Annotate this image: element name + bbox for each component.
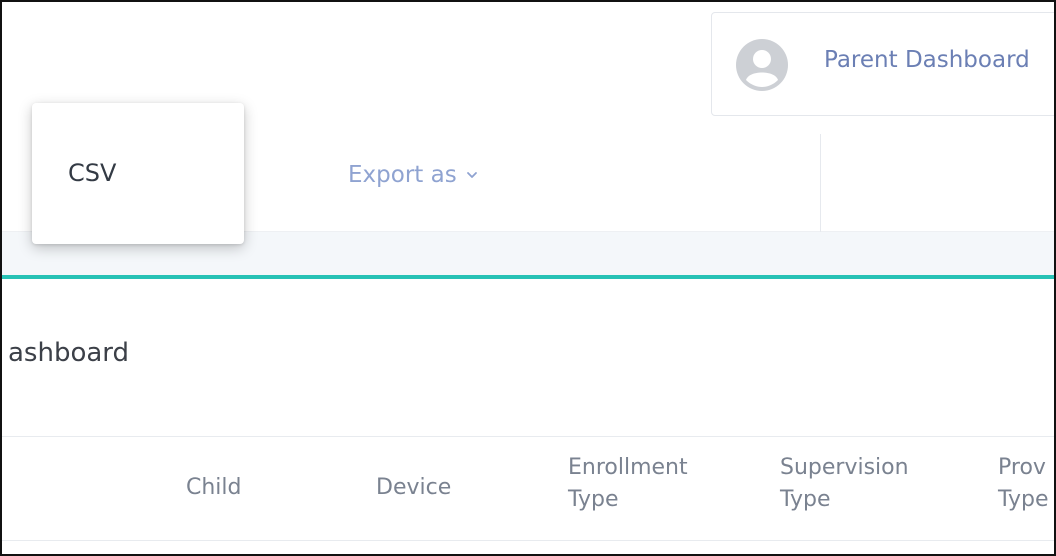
export-as-label: Export as [348, 162, 457, 188]
toolbar-divider [820, 134, 821, 232]
column-header-label: Child [186, 475, 242, 500]
page-title: ashboard [8, 338, 130, 368]
user-avatar-icon [736, 39, 788, 91]
user-menu-label: Parent Dashboard [824, 47, 1030, 73]
divider [2, 436, 1054, 437]
column-header-supervision-type[interactable]: Supervision Type [780, 452, 909, 516]
table-header-divider [2, 540, 1054, 541]
column-header-label: Prov [998, 455, 1046, 480]
accent-bar [2, 275, 1054, 279]
column-header-child[interactable]: Child [186, 472, 242, 504]
column-header-label: Type [780, 487, 831, 512]
export-csv-option[interactable]: CSV [68, 159, 116, 187]
export-as-button[interactable]: Export as [348, 162, 479, 188]
column-header-device[interactable]: Device [376, 472, 451, 504]
column-header-label: Device [376, 475, 452, 500]
column-header-enrollment-type[interactable]: Enrollment Type [568, 452, 688, 516]
column-header-label: Supervision [780, 455, 909, 480]
column-header-label: Type [568, 487, 619, 512]
user-menu[interactable]: Parent Dashboard [711, 12, 1054, 116]
app-frame: Parent Dashboard Export as CSV ashboard … [0, 0, 1056, 556]
export-dropdown-menu: CSV [32, 103, 244, 244]
column-header-label: Type [998, 487, 1049, 512]
column-header-provider-type[interactable]: Prov Type [998, 452, 1049, 516]
chevron-down-icon [466, 172, 477, 178]
column-header-label: Enrollment [568, 455, 688, 480]
